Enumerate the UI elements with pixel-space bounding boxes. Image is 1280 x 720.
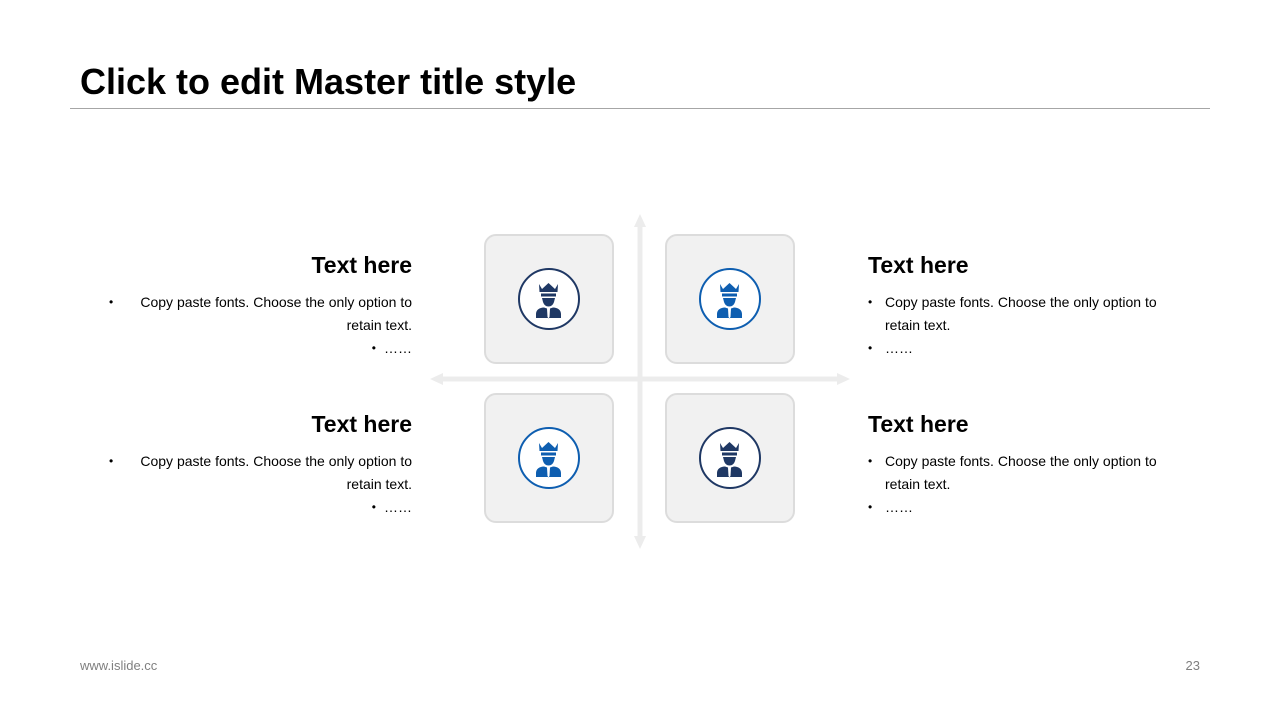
bullet-item-more[interactable]: …… [868,496,1188,519]
bullet-item-more[interactable]: …… [868,337,1188,360]
quadrant-heading[interactable]: Text here [868,410,1188,438]
king-person-icon [518,268,580,330]
bullet-item[interactable]: Copy paste fonts. Choose the only option… [92,291,412,337]
bullet-list[interactable]: Copy paste fonts. Choose the only option… [868,450,1188,519]
axis-arrow-down-icon [634,536,646,549]
footer-url: www.islide.cc [80,658,158,673]
bullet-item[interactable]: Copy paste fonts. Choose the only option… [868,291,1188,337]
quadrant-tile-bottom-right[interactable] [665,393,795,523]
quadrant-tile-bottom-left[interactable] [484,393,614,523]
bullet-item-more[interactable]: …… [92,496,412,519]
quadrant-tile-top-left[interactable] [484,234,614,364]
quadrant-heading[interactable]: Text here [92,410,412,438]
quadrant-heading[interactable]: Text here [868,251,1188,279]
king-person-icon [699,268,761,330]
king-person-icon [699,427,761,489]
bullet-list[interactable]: Copy paste fonts. Choose the only option… [868,291,1188,360]
quadrant-tile-top-right[interactable] [665,234,795,364]
page-number: 23 [1185,658,1200,673]
bullet-item[interactable]: Copy paste fonts. Choose the only option… [92,450,412,496]
quadrant-heading[interactable]: Text here [92,251,412,279]
quadrant-text-top-left[interactable]: Text here Copy paste fonts. Choose the o… [92,251,412,360]
axis-arrow-up-icon [634,214,646,227]
quadrant-axes [430,214,850,549]
king-person-icon [518,427,580,489]
quadrant-text-bottom-left[interactable]: Text here Copy paste fonts. Choose the o… [92,410,412,519]
quadrant-text-bottom-right[interactable]: Text here Copy paste fonts. Choose the o… [868,410,1188,519]
bullet-item-more[interactable]: …… [92,337,412,360]
quadrant-text-top-right[interactable]: Text here Copy paste fonts. Choose the o… [868,251,1188,360]
axis-arrow-left-icon [430,373,443,385]
axis-arrow-right-icon [837,373,850,385]
bullet-list[interactable]: Copy paste fonts. Choose the only option… [92,291,412,360]
bullet-list[interactable]: Copy paste fonts. Choose the only option… [92,450,412,519]
bullet-item[interactable]: Copy paste fonts. Choose the only option… [868,450,1188,496]
